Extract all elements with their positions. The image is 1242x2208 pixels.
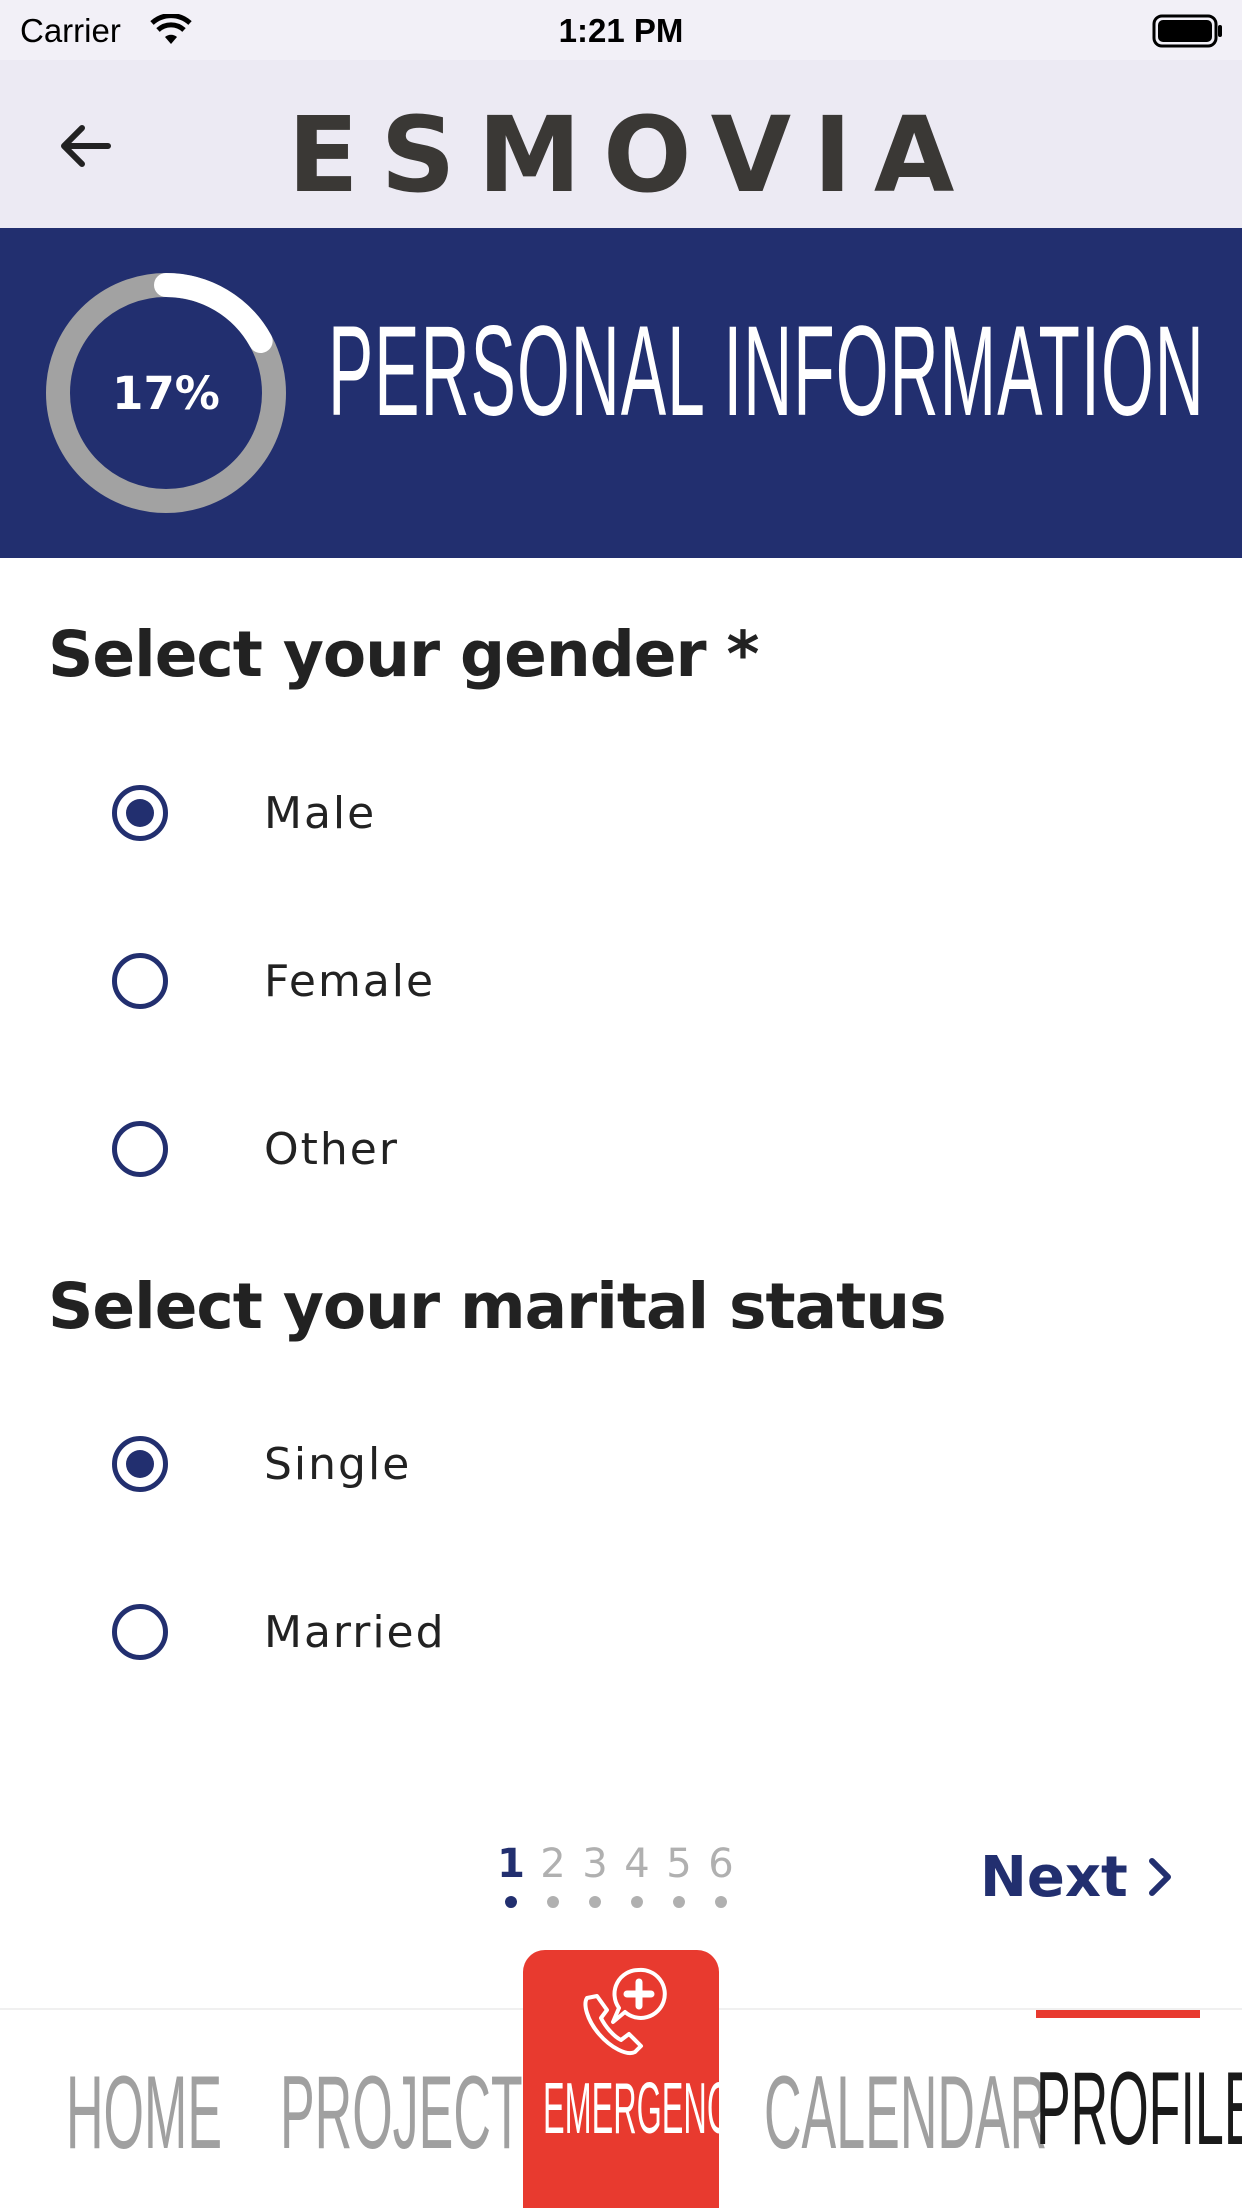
- tab-project[interactable]: PROJECT: [280, 2048, 523, 2188]
- pager-step-1[interactable]: 1: [490, 1840, 532, 1908]
- pager-step-6[interactable]: 6: [700, 1840, 742, 1908]
- brand-logo: ESMOVIA: [287, 94, 977, 216]
- tab-calendar[interactable]: CALENDAR: [764, 2048, 1047, 2188]
- app-header: ESMOVIA: [0, 60, 1242, 228]
- radio-label: Male: [264, 787, 377, 839]
- tab-emergency[interactable]: EMERGENCY: [523, 1950, 752, 2208]
- next-button[interactable]: Next: [980, 1840, 1174, 1914]
- radio-label: Female: [264, 955, 436, 1007]
- radio-marital-married[interactable]: Married: [112, 1584, 1132, 1680]
- radio-button[interactable]: [112, 1121, 168, 1177]
- section-banner: 17% PERSONAL INFORMATION: [0, 228, 1242, 558]
- radio-button[interactable]: [112, 785, 168, 841]
- pager-number: 4: [624, 1841, 650, 1887]
- radio-label: Single: [264, 1438, 412, 1490]
- radio-gender-male[interactable]: Male: [112, 765, 1132, 861]
- pager-step-3[interactable]: 3: [574, 1840, 616, 1908]
- pager-step-4[interactable]: 4: [616, 1840, 658, 1908]
- emergency-label: EMERGENCY: [543, 2069, 752, 2149]
- page-title: PERSONAL INFORMATION: [328, 300, 1205, 443]
- tab-profile[interactable]: PROFILE: [1036, 2044, 1242, 2184]
- progress-percent: 17%: [112, 366, 220, 420]
- radio-button[interactable]: [112, 1436, 168, 1492]
- gender-title: Select your gender *: [48, 618, 759, 691]
- next-label: Next: [980, 1844, 1128, 1910]
- pager-dot: [589, 1896, 601, 1908]
- pager-number: 2: [540, 1841, 566, 1887]
- pager-dot: [715, 1896, 727, 1908]
- radio-gender-other[interactable]: Other: [112, 1101, 1132, 1197]
- radio-button[interactable]: [112, 1604, 168, 1660]
- chevron-right-icon: [1148, 1858, 1171, 1896]
- active-tab-indicator: [1036, 2010, 1200, 2018]
- status-time: 1:21 PM: [558, 12, 684, 49]
- radio-gender-female[interactable]: Female: [112, 933, 1132, 1029]
- pager-number: 3: [582, 1841, 608, 1887]
- pager-dot: [631, 1896, 643, 1908]
- battery-icon: [1152, 14, 1222, 48]
- pager-step-2[interactable]: 2: [532, 1840, 574, 1908]
- emergency-phone-icon: [583, 1967, 667, 2055]
- pager-dot: [505, 1896, 517, 1908]
- tab-home[interactable]: HOME: [66, 2048, 222, 2188]
- marital-title: Select your marital status: [48, 1270, 947, 1343]
- radio-button[interactable]: [112, 953, 168, 1009]
- radio-marital-single[interactable]: Single: [112, 1416, 1132, 1512]
- radio-label: Other: [264, 1123, 399, 1175]
- step-pager: 1 2 3 4 5 6: [490, 1840, 742, 1908]
- pager-number: 6: [708, 1841, 734, 1887]
- pager-dot: [673, 1896, 685, 1908]
- status-bar: Carrier 1:21 PM: [0, 0, 1242, 60]
- pager-number: 5: [666, 1841, 692, 1887]
- pager-dot: [547, 1896, 559, 1908]
- radio-label: Married: [264, 1606, 446, 1658]
- pager-number: 1: [497, 1841, 525, 1887]
- pager-step-5[interactable]: 5: [658, 1840, 700, 1908]
